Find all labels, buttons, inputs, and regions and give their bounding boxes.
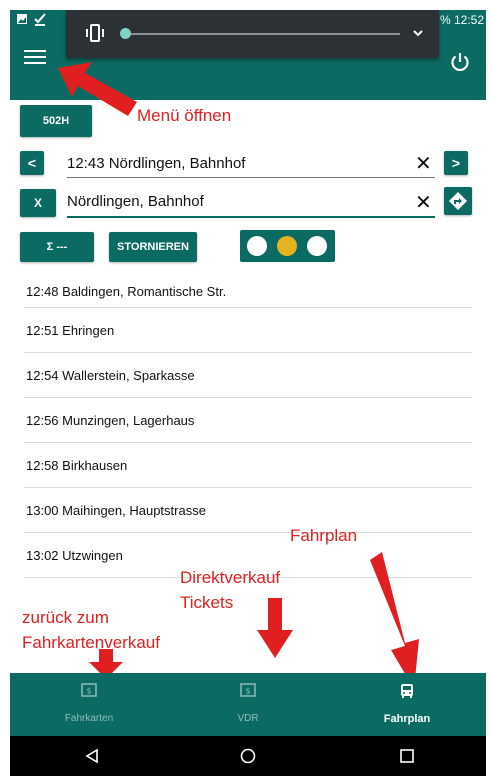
ticket-icon: $ [81, 683, 97, 697]
bottom-navigation: $ Fahrkarten $ VDR Fahrplan [10, 673, 486, 736]
home-icon[interactable] [240, 748, 256, 764]
ticket-icon: $ [240, 683, 256, 697]
nav-fahrplan-label: Fahrplan [383, 713, 431, 725]
nav-fahrplan[interactable]: Fahrplan [328, 673, 486, 736]
recents-icon[interactable] [399, 748, 415, 764]
vdr-arrow [257, 598, 293, 658]
nav-vdr-label: VDR [237, 713, 259, 724]
system-navigation-bar [10, 736, 486, 776]
app-frame: % 12:52 502H < 12:43 Nördlingen, Bahnhof… [10, 10, 486, 776]
annotation-menu: Menü öffnen [137, 106, 232, 125]
back-icon[interactable] [84, 748, 100, 764]
svg-text:$: $ [245, 687, 250, 696]
annotation-fahrkartenverkauf: Fahrkartenverkauf [22, 633, 160, 652]
annotation-zurueck: zurück zum [22, 608, 109, 627]
nav-fahrkarten-label: Fahrkarten [64, 713, 114, 724]
menu-arrow [58, 62, 137, 116]
bus-icon [401, 684, 413, 698]
annotation-direktverkauf: Direktverkauf [180, 568, 281, 587]
annotation-fahrplan: Fahrplan [290, 526, 358, 545]
annotation-arrows [58, 62, 419, 689]
fahrplan-arrow [370, 552, 419, 689]
annotation-tickets: Tickets [180, 593, 234, 612]
svg-text:$: $ [86, 687, 91, 696]
nav-vdr[interactable]: $ VDR [169, 673, 327, 736]
nav-fahrkarten[interactable]: $ Fahrkarten [10, 673, 168, 736]
